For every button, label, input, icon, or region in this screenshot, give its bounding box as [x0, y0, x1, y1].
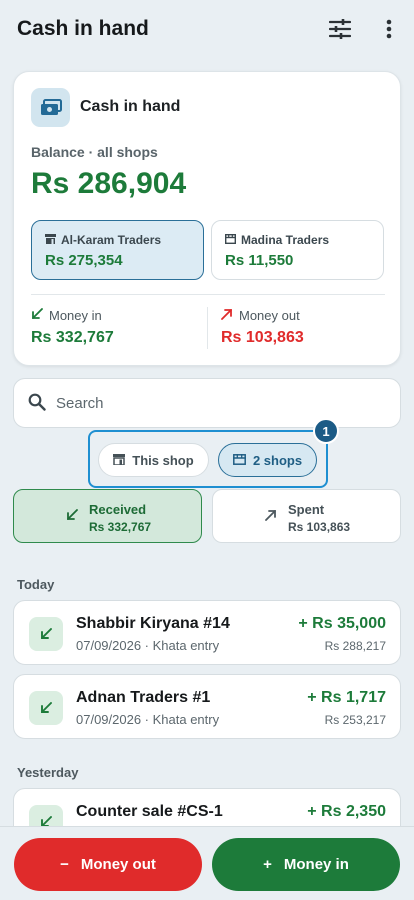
transaction-meta: 07/09/2026 · Khata entry — [76, 712, 220, 727]
arrow-down-left-icon — [29, 617, 63, 651]
shop-scope-toggle: This shop 2 shops — [88, 430, 328, 488]
tune-icon[interactable] — [327, 16, 353, 42]
transaction-balance: Rs 288,217 — [324, 639, 386, 653]
received-amount: Rs 332,767 — [89, 520, 152, 534]
more-vert-icon[interactable] — [376, 16, 402, 42]
transaction-balance: Rs 253,217 — [324, 713, 386, 727]
received-label: Received — [89, 502, 147, 517]
search-input[interactable]: Search — [13, 378, 401, 428]
transaction-name: Shabbir Kiryana #14 — [76, 615, 230, 632]
spent-filter[interactable]: Spent Rs 103,863 — [212, 489, 401, 543]
step-badge: 1 — [313, 418, 339, 444]
page-title: Cash in hand — [17, 17, 149, 40]
divider — [207, 307, 208, 349]
transaction-name: Counter sale #CS-1 — [76, 803, 223, 820]
plus-icon: + — [263, 856, 272, 873]
money-in-label: Money in — [49, 308, 102, 323]
transaction-row[interactable]: Adnan Traders #1 07/09/2026 · Khata entr… — [13, 674, 401, 739]
two-shops-chip[interactable]: 2 shops — [218, 443, 317, 477]
shop-amount: Rs 275,354 — [45, 252, 123, 269]
balance-label: Balance · all shops — [31, 144, 158, 160]
search-placeholder: Search — [56, 395, 104, 412]
transaction-meta: 07/09/2026 · Khata entry — [76, 638, 220, 653]
shop-card-al-karam[interactable]: Al-Karam Traders Rs 275,354 — [31, 220, 204, 280]
section-header-today: Today — [17, 577, 55, 592]
shop-name: Al-Karam Traders — [61, 233, 162, 247]
arrow-up-right-icon — [265, 508, 277, 526]
spent-label: Spent — [288, 502, 325, 517]
store-icon — [45, 233, 56, 247]
money-in-button[interactable]: + Money in — [212, 838, 400, 891]
money-out-value: Rs 103,863 — [221, 329, 304, 346]
store-front-icon — [224, 233, 237, 247]
arrow-up-right-icon — [221, 308, 233, 323]
money-out-button[interactable]: − Money out — [14, 838, 202, 891]
minus-icon: − — [60, 856, 69, 873]
received-filter[interactable]: Received Rs 332,767 — [13, 489, 202, 543]
money-out-label: Money out — [239, 308, 300, 323]
store-front-icon — [232, 453, 246, 468]
balance-value: Rs 286,904 — [31, 167, 187, 200]
arrow-down-left-icon — [66, 508, 78, 526]
search-icon — [28, 393, 46, 416]
shop-amount: Rs 11,550 — [225, 252, 294, 269]
cash-icon — [31, 88, 70, 127]
arrow-down-left-icon — [29, 691, 63, 725]
spent-amount: Rs 103,863 — [288, 520, 351, 534]
transaction-row[interactable]: Shabbir Kiryana #14 07/09/2026 · Khata e… — [13, 600, 401, 665]
app-bar: Cash in hand — [0, 0, 414, 58]
divider — [31, 294, 385, 295]
card-title: Cash in hand — [80, 98, 181, 115]
transaction-amount: + Rs 35,000 — [298, 615, 386, 632]
transaction-amount: + Rs 2,350 — [307, 803, 386, 820]
arrow-down-left-icon — [31, 308, 43, 323]
money-in-value: Rs 332,767 — [31, 329, 114, 346]
this-shop-chip[interactable]: This shop — [98, 443, 209, 477]
transaction-amount: + Rs 1,717 — [307, 689, 386, 706]
shop-card-madina[interactable]: Madina Traders Rs 11,550 — [211, 220, 384, 280]
shop-name: Madina Traders — [241, 233, 330, 247]
store-icon — [113, 453, 126, 468]
cash-summary-card: Cash in hand Balance · all shops Rs 286,… — [13, 71, 401, 366]
section-header-yesterday: Yesterday — [17, 765, 79, 780]
transaction-name: Adnan Traders #1 — [76, 689, 211, 706]
